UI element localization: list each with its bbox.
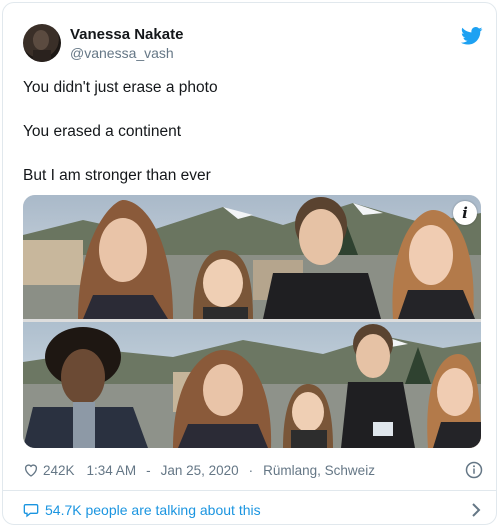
tweet-line: You erased a continent	[23, 123, 181, 140]
twitter-bird-icon[interactable]	[461, 27, 483, 45]
avatar[interactable]	[23, 24, 61, 62]
chevron-right-icon[interactable]	[469, 502, 483, 518]
photo-cropped[interactable]: i	[23, 195, 481, 319]
speech-bubble-icon	[23, 504, 39, 518]
author-handle[interactable]: @vanessa_vash	[70, 45, 174, 61]
meta-separator: ·	[248, 462, 254, 478]
tweet-date[interactable]: Jan 25, 2020	[161, 463, 239, 478]
like-count[interactable]: 242K	[43, 463, 75, 478]
photo-original[interactable]	[23, 322, 481, 448]
conversation-text[interactable]: 54.7K people are talking about this	[45, 502, 261, 518]
author-name[interactable]: Vanessa Nakate	[70, 26, 183, 43]
tweet-location[interactable]: Rümlang, Schweiz	[263, 463, 375, 478]
info-i-icon[interactable]: i	[453, 201, 477, 225]
tweet-line: But I am stronger than ever	[23, 167, 211, 184]
conversation-link[interactable]: 54.7K people are talking about this	[23, 500, 483, 520]
tweet-card: Vanessa Nakate @vanessa_vash You didn't …	[2, 2, 497, 525]
tweet-time[interactable]: 1:34 AM	[87, 463, 137, 478]
tweet-media[interactable]: i	[23, 195, 481, 448]
tweet-line: You didn't just erase a photo	[23, 79, 218, 96]
heart-icon[interactable]	[23, 462, 39, 478]
tweet-meta: 242K 1:34 AM - Jan 25, 2020 · Rümlang, S…	[23, 459, 483, 481]
divider	[3, 490, 496, 491]
tweet-text: You didn't just erase a photo You erased…	[23, 77, 473, 209]
info-circle-icon[interactable]	[465, 461, 483, 479]
meta-separator: -	[146, 462, 151, 478]
